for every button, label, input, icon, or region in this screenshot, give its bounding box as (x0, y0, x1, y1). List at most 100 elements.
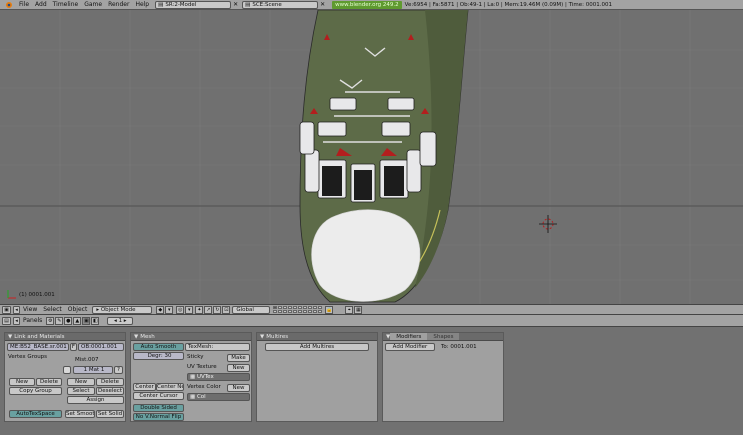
scene-context-icon[interactable]: ◧ (91, 316, 100, 325)
pivot-arrow-icon[interactable]: ▾ (185, 305, 194, 314)
render-view-icon[interactable]: ▦ (354, 305, 363, 314)
screen-selector[interactable]: ▤ SR:2-Model (155, 0, 232, 9)
menu-object[interactable]: Object (65, 305, 91, 314)
screen-name: SR:2-Model (165, 1, 197, 8)
vgroup-delete-button[interactable]: Delete (36, 378, 62, 386)
vertex-groups-label: Vertex Groups (8, 354, 48, 360)
material-name-label: Mist.007 (75, 357, 99, 363)
layer-buttons[interactable] (273, 306, 323, 313)
orientation-selector[interactable]: Global (232, 305, 271, 314)
degr-field[interactable]: Degr: 30 (133, 352, 184, 360)
material-delete-button[interactable]: Delete (96, 378, 124, 386)
panel-link-title[interactable]: ▼ Link and Materials (5, 333, 125, 341)
buttons-editor-type-icon[interactable]: ▤ (2, 316, 11, 325)
shading-arrow-icon[interactable]: ▾ (165, 305, 174, 314)
editing-context-icon[interactable]: ▣ (82, 316, 91, 325)
menu-add[interactable]: Add (32, 0, 50, 9)
material-assign-button[interactable]: Assign (67, 396, 124, 404)
vertex-color-new-button[interactable]: New (227, 384, 250, 392)
material-deselect-button[interactable]: Deselect (96, 387, 124, 395)
3d-viewport[interactable]: (1) 0001.001 (0, 10, 743, 304)
vertex-color-layer-field[interactable]: ▦ Col (187, 393, 250, 401)
viewport-canvas (0, 10, 743, 304)
mode-label: Object Mode (100, 306, 136, 313)
add-modifier-button[interactable]: Add Modifier (385, 343, 435, 351)
scene-stats: Ve:6954 | Fa:5871 | Ob:49-1 | La:0 | Mem… (404, 1, 612, 8)
panel-multires-title[interactable]: ▼ Multires (257, 333, 377, 341)
blender-logo-icon[interactable] (2, 0, 16, 9)
editor-type-icon[interactable]: ▣ (2, 305, 11, 314)
panel-mesh: ▼ Mesh Auto Smooth Degr: 30 TexMesh: Stic… (130, 332, 252, 422)
page-selector[interactable]: ◂ 1 ▸ (107, 316, 134, 325)
modifiers-collapse-icon[interactable]: ▼ (383, 333, 390, 340)
vertex-color-layer-icon: ▦ (190, 394, 197, 400)
material-select-button[interactable]: Select (67, 387, 95, 395)
material-query-button[interactable]: ? (114, 366, 123, 374)
screen-delete-icon[interactable]: ✕ (232, 1, 239, 8)
no-v-normal-flip-button[interactable]: No V.Normal Flip (133, 413, 184, 421)
translate-icon[interactable]: ↗ (204, 305, 213, 314)
sticky-make-button[interactable]: Make (227, 354, 250, 362)
mode-selector[interactable]: ▸ Object Mode (92, 305, 153, 314)
center-button[interactable]: Center (133, 383, 156, 391)
scene-selector[interactable]: ▤ SCE:Scene (242, 0, 319, 9)
panels-area: ▼ Link and Materials ME:B52_BASE.sr.001 F… (0, 327, 743, 435)
screen-icon: ▤ (158, 1, 164, 8)
header-collapse-icon[interactable]: ◂ (13, 305, 20, 314)
scene-delete-icon[interactable]: ✕ (319, 1, 326, 8)
logic-context-icon[interactable]: ⚙ (46, 316, 55, 325)
vgroup-new-button[interactable]: New (9, 378, 35, 386)
sticky-label: Sticky (187, 354, 204, 360)
center-new-button[interactable]: Center New (156, 383, 184, 391)
panels-menu[interactable]: Panels (20, 316, 45, 325)
menu-game[interactable]: Game (81, 0, 105, 9)
menu-help[interactable]: Help (132, 0, 152, 9)
menu-render[interactable]: Render (105, 0, 132, 9)
rotate-icon[interactable]: ↻ (213, 305, 222, 314)
panel-multires: ▼ Multires Add Multires (256, 332, 378, 422)
material-new-button[interactable]: New (67, 378, 95, 386)
material-index-field[interactable]: 1 Mat 1 (73, 366, 113, 374)
panel-modifiers: ▼ Modifiers Shapes Add Modifier To: 0001… (382, 332, 504, 422)
tab-modifiers[interactable]: Modifiers (390, 333, 428, 340)
tab-shapes[interactable]: Shapes (427, 333, 460, 340)
3d-view-header: ▣ ◂ View Select Object ▸ Object Mode ◆ ▾… (0, 304, 743, 315)
shading-context-icon[interactable]: ● (64, 316, 73, 325)
script-context-icon[interactable]: ✎ (55, 316, 64, 325)
3d-cursor-icon (539, 215, 557, 233)
info-header: File Add Timeline Game Render Help ▤ SR:… (0, 0, 743, 10)
set-solid-button[interactable]: Set Solid (96, 410, 124, 418)
menu-select[interactable]: Select (40, 305, 65, 314)
blender-url[interactable]: www.blender.org 249.2 (332, 0, 402, 9)
auto-smooth-button[interactable]: Auto Smooth (133, 343, 184, 351)
scene-icon: ▤ (245, 1, 251, 8)
modifier-to-label: To: 0001.001 (441, 344, 477, 350)
mesh-name-field[interactable]: ME:B52_BASE.sr.001 (7, 343, 69, 351)
texmesh-field[interactable]: TexMesh: (185, 343, 250, 351)
scale-icon[interactable]: ⊡ (222, 305, 231, 314)
manipulator-icon[interactable]: ✦ (195, 305, 204, 314)
panel-mesh-title[interactable]: ▼ Mesh (131, 333, 251, 341)
uv-layer-field[interactable]: ▦ UVTex (187, 373, 250, 381)
lock-icon[interactable]: 🔒 (325, 305, 334, 314)
center-cursor-button[interactable]: Center Cursor (133, 392, 184, 400)
menu-view[interactable]: View (20, 305, 40, 314)
snap-icon[interactable]: ⌖ (345, 305, 354, 314)
uv-new-button[interactable]: New (227, 364, 250, 372)
add-multires-button[interactable]: Add Multires (265, 343, 369, 351)
draw-type-icon[interactable]: ◆ (156, 305, 165, 314)
menu-timeline[interactable]: Timeline (50, 0, 82, 9)
double-sided-button[interactable]: Double Sided (133, 404, 184, 412)
material-color-swatch[interactable] (63, 366, 71, 374)
axis-gizmo-icon (7, 290, 16, 299)
object-name-field[interactable]: OB:0001.001 (78, 343, 124, 351)
set-smooth-button[interactable]: Set Smooth (65, 410, 95, 418)
autotexspace-button[interactable]: AutoTexSpace (9, 410, 62, 418)
buttons-collapse-icon[interactable]: ◂ (13, 316, 20, 325)
menu-file[interactable]: File (16, 0, 32, 9)
panel-link-materials: ▼ Link and Materials ME:B52_BASE.sr.001 F… (4, 332, 126, 422)
fake-user-button[interactable]: F (70, 343, 77, 351)
pivot-icon[interactable]: ◎ (176, 305, 185, 314)
object-context-icon[interactable]: ▲ (73, 316, 82, 325)
copy-group-button[interactable]: Copy Group (9, 387, 62, 395)
